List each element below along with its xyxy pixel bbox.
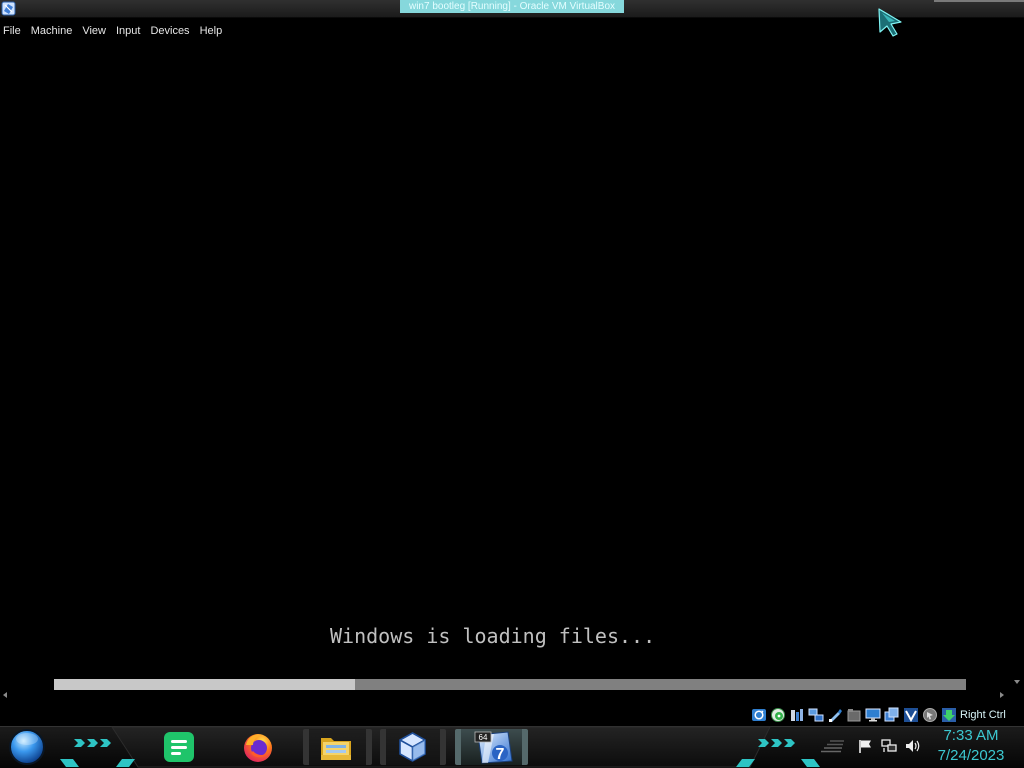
display-icon[interactable] xyxy=(865,707,881,723)
virtualbox-window-icon[interactable] xyxy=(1,1,16,16)
menu-file[interactable]: File xyxy=(0,22,26,40)
volume-icon[interactable] xyxy=(905,739,921,753)
scroll-left-arrow-icon[interactable] xyxy=(3,692,7,698)
notes-app-icon[interactable] xyxy=(163,731,195,763)
win7-vm-icon[interactable]: 64 7 xyxy=(468,729,516,765)
start-orb-icon[interactable] xyxy=(8,728,46,766)
firefox-icon[interactable] xyxy=(242,731,274,763)
scroll-down-arrow-icon[interactable] xyxy=(1014,680,1020,684)
virtualbox-icon[interactable] xyxy=(397,731,428,763)
vm-icon-os-glyph: 7 xyxy=(496,746,505,763)
menu-bar: File Machine View Input Devices Help xyxy=(0,22,227,40)
vm-icon-badge: 64 xyxy=(479,733,488,742)
scroll-right-arrow-icon[interactable] xyxy=(1000,692,1004,698)
file-explorer-icon[interactable] xyxy=(320,733,352,761)
shared-folders-icon[interactable] xyxy=(846,707,862,723)
vm-status-indicators xyxy=(751,707,957,723)
cpu-features-icon[interactable] xyxy=(903,707,919,723)
vm-network-icon[interactable] xyxy=(808,707,824,723)
window-title: win7 bootleg [Running] - Oracle VM Virtu… xyxy=(400,0,624,13)
recording-icon[interactable] xyxy=(884,707,900,723)
menu-view[interactable]: View xyxy=(77,22,111,40)
hard-disk-icon[interactable] xyxy=(751,707,767,723)
vm-display[interactable] xyxy=(0,40,1010,688)
window-frame-edge xyxy=(934,0,1024,2)
tray-network-icon[interactable] xyxy=(881,739,897,753)
mouse-integration-icon[interactable] xyxy=(922,707,938,723)
taskbar: 64 7 7:33 AM 7/24/2023 xyxy=(0,726,1024,768)
keyboard-capture-icon[interactable] xyxy=(941,707,957,723)
usb-icon[interactable] xyxy=(827,707,843,723)
boot-progress-bar xyxy=(54,679,966,690)
audio-icon[interactable] xyxy=(789,707,805,723)
title-bar[interactable]: win7 bootleg [Running] - Oracle VM Virtu… xyxy=(0,0,1024,18)
tray-decoration-lines-icon xyxy=(821,740,844,753)
clock-time[interactable]: 7:33 AM xyxy=(929,727,1013,745)
mouse-cursor-icon xyxy=(878,8,902,37)
progress-bar-fill xyxy=(54,679,355,690)
menu-devices[interactable]: Devices xyxy=(145,22,194,40)
menu-input[interactable]: Input xyxy=(111,22,145,40)
optical-drive-icon[interactable] xyxy=(770,707,786,723)
boot-message: Windows is loading files... xyxy=(330,624,656,648)
host-key-label[interactable]: Right Ctrl xyxy=(960,707,1006,723)
clock-date[interactable]: 7/24/2023 xyxy=(929,747,1013,765)
menu-machine[interactable]: Machine xyxy=(26,22,78,40)
action-center-flag-icon[interactable] xyxy=(858,739,873,753)
menu-help[interactable]: Help xyxy=(195,22,228,40)
